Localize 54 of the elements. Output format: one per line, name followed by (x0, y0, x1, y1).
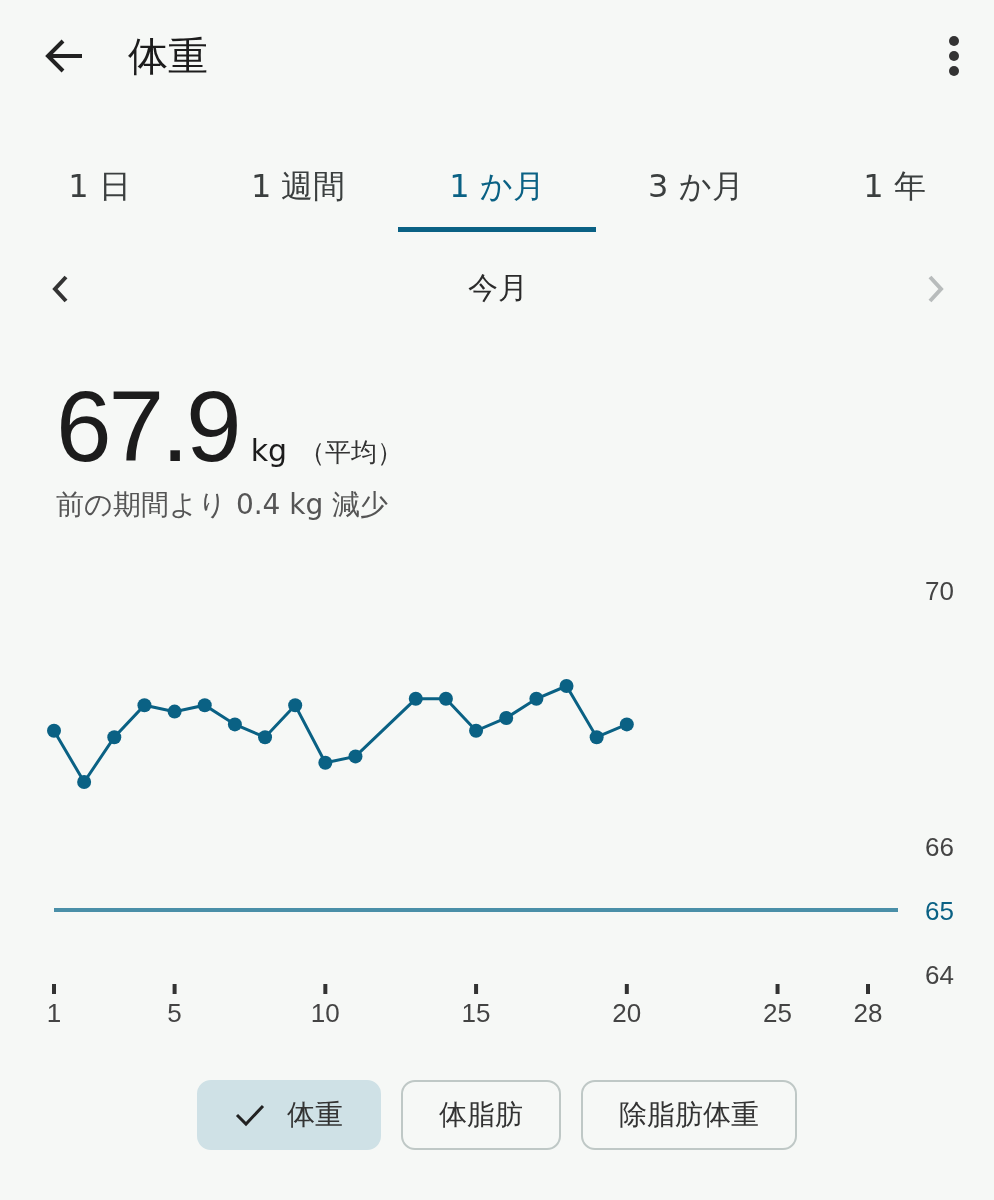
data-point (499, 711, 514, 725)
y-axis-label: 66 (925, 832, 954, 862)
data-point (288, 698, 303, 713)
filter-chip[interactable]: 除脂肪体重 (581, 1080, 797, 1150)
more-vertical-icon (948, 36, 960, 76)
period-label: 今月 (468, 269, 528, 307)
x-axis-label: 10 (310, 998, 340, 1028)
data-point (589, 730, 604, 745)
range-tab[interactable]: 1 か月 (397, 146, 597, 232)
filter-chip[interactable]: 体重 (197, 1080, 381, 1150)
goal-label: 65 (925, 896, 954, 926)
range-tab[interactable]: 1 日 (0, 146, 199, 232)
x-tick-mark (624, 984, 629, 994)
check-icon (235, 1103, 265, 1127)
data-point (438, 691, 453, 706)
page-title: 体重 (128, 31, 209, 81)
x-axis-label: 5 (167, 998, 182, 1028)
y-axis-label: 64 (925, 960, 954, 990)
range-tab[interactable]: 1 年 (795, 146, 994, 232)
data-point (227, 717, 242, 732)
weight-unit: kg (250, 433, 288, 468)
range-tab[interactable]: 1 週間 (198, 146, 398, 232)
data-point (77, 775, 92, 789)
data-point (107, 730, 122, 745)
data-point (318, 755, 333, 770)
x-axis-label: 25 (763, 998, 792, 1028)
y-axis-label: 70 (925, 576, 954, 606)
x-tick-mark (52, 984, 56, 994)
x-tick-mark (474, 984, 479, 994)
data-point (619, 717, 634, 732)
x-axis-label: 15 (461, 998, 491, 1028)
x-tick-mark (775, 984, 780, 994)
data-point (559, 679, 574, 693)
data-point (197, 698, 212, 713)
data-point (469, 723, 484, 738)
x-axis-label: 1 (46, 998, 62, 1028)
x-axis-label: 20 (612, 998, 642, 1028)
data-point (167, 704, 182, 719)
average-note: （平均） (299, 436, 404, 469)
filter-chip[interactable]: 体脂肪 (401, 1080, 561, 1150)
x-axis-label: 28 (853, 998, 883, 1028)
data-point (348, 749, 363, 764)
average-weight-value: 67.9 (56, 369, 239, 484)
x-tick-mark (323, 984, 328, 994)
data-point (529, 691, 544, 706)
x-tick-mark (172, 984, 177, 994)
data-point (137, 698, 152, 713)
x-tick-mark (866, 984, 870, 994)
data-point (408, 691, 423, 706)
data-point (47, 723, 61, 738)
range-tab[interactable]: 3 か月 (596, 146, 796, 232)
change-summary: 前の期間より 0.4 kg 減少 (55, 487, 390, 523)
data-point (258, 730, 273, 745)
back-arrow-icon (44, 38, 84, 74)
